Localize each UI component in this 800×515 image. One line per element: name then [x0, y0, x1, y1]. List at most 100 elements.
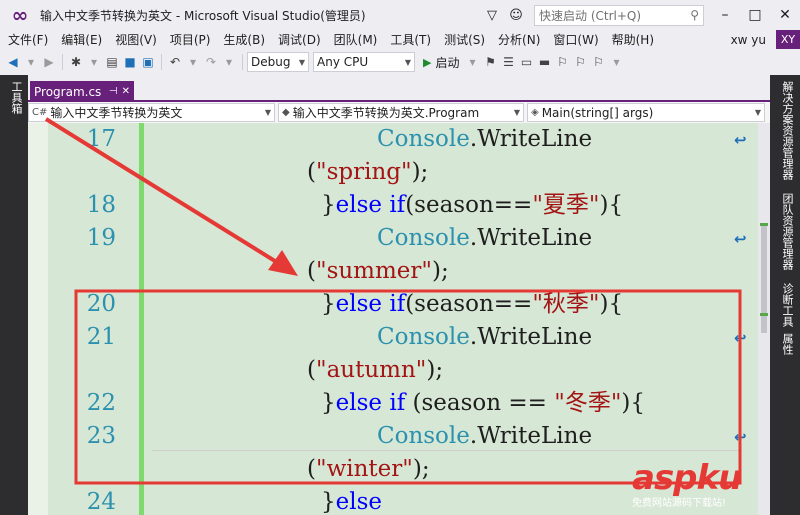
dropdown-arrow-icon[interactable]: ▾	[220, 52, 238, 72]
right-tool-strip: 解决方案资源管理器 团队资源管理器 诊断工具 属性	[770, 75, 800, 515]
code-token: "autumn"	[315, 357, 427, 383]
save-icon[interactable]: ■	[121, 52, 139, 72]
menu-team[interactable]: 团队(M)	[326, 31, 383, 48]
code-editor[interactable]: 17 Console.WriteLine ↩ ("spring"); 18}else i…	[28, 123, 770, 515]
code-token: (	[307, 159, 316, 185]
code-line[interactable]: 17 Console.WriteLine	[28, 123, 770, 156]
quick-launch-input[interactable]: 快速启动 (Ctrl+Q) ⚲	[534, 4, 704, 26]
code-line[interactable]: ("spring");	[28, 156, 770, 189]
class-icon: ◆	[282, 107, 290, 118]
user-name[interactable]: xw yu	[731, 33, 766, 47]
watermark: aspku 免费网站源码下载站!	[632, 458, 792, 509]
menu-tools[interactable]: 工具(T)	[382, 31, 436, 48]
code-line[interactable]: 22}else if (season == "冬季"){	[28, 387, 770, 420]
minimize-button[interactable]: –	[710, 0, 740, 30]
uncomment-icon[interactable]: ▬	[535, 52, 553, 72]
diagnostic-tools-tab[interactable]: 诊断工具	[779, 283, 795, 327]
filter-icon[interactable]: ▽	[480, 4, 504, 26]
code-line[interactable]: ("autumn");	[28, 354, 770, 387]
method-icon: ◈	[531, 107, 539, 118]
code-token: (	[307, 357, 316, 383]
feedback-icon[interactable]: ☺	[504, 4, 528, 26]
code-line[interactable]: 19 Console.WriteLine	[28, 222, 770, 255]
close-icon[interactable]: ✕	[122, 86, 130, 97]
code-token: );	[411, 159, 429, 185]
quick-action-icon[interactable]: ↩	[734, 329, 750, 347]
menu-file[interactable]: 文件(F)	[0, 31, 53, 48]
project-dropdown[interactable]: C# 输入中文季节转换为英文 ▼	[28, 103, 275, 122]
code-token: (	[307, 258, 316, 284]
dropdown-arrow-icon[interactable]: ▾	[85, 52, 103, 72]
back-icon[interactable]: ◀	[4, 52, 22, 72]
dropdown-arrow-icon[interactable]: ▾	[184, 52, 202, 72]
chevron-down-icon: ▼	[264, 108, 271, 117]
class-dropdown[interactable]: ◆ 输入中文季节转换为英文.Program ▼	[278, 103, 524, 122]
code-text: Console.WriteLine	[377, 420, 592, 453]
forward-icon[interactable]: ▶	[40, 52, 58, 72]
browser-link-icon[interactable]: ⚑	[481, 52, 499, 72]
menu-build[interactable]: 生成(B)	[215, 31, 270, 48]
code-token: "summer"	[315, 258, 432, 284]
redo-icon[interactable]: ↷	[202, 52, 220, 72]
window-title: 输入中文季节转换为英文 - Microsoft Visual Studio(管理…	[40, 8, 366, 23]
account-area: xw yu XY	[731, 30, 800, 49]
pin-icon[interactable]: ⊣	[109, 86, 118, 97]
bookmark-icon[interactable]: ⚐	[553, 52, 571, 72]
code-token: );	[431, 258, 449, 284]
solution-configuration-select[interactable]: Debug ▼	[247, 52, 309, 72]
properties-tab[interactable]: 属性	[779, 333, 795, 355]
code-line[interactable]: 21 Console.WriteLine	[28, 321, 770, 354]
code-line[interactable]: ("summer");	[28, 255, 770, 288]
code-text: ("summer");	[307, 255, 449, 288]
solution-platform-select[interactable]: Any CPU ▼	[313, 52, 415, 72]
quick-action-icon[interactable]: ↩	[734, 131, 750, 149]
line-number: 18	[86, 192, 116, 218]
solution-explorer-tab[interactable]: 解决方案资源管理器	[779, 81, 795, 180]
line-number: 24	[86, 489, 116, 515]
platform-value: Any CPU	[317, 55, 369, 69]
quick-action-icon[interactable]: ↩	[734, 428, 750, 446]
start-debugging-button[interactable]: ▶ 启动	[419, 52, 463, 72]
code-token: }	[321, 291, 336, 317]
menu-view[interactable]: 视图(V)	[107, 31, 162, 48]
menu-help[interactable]: 帮助(H)	[604, 31, 659, 48]
comment-icon[interactable]: ▭	[517, 52, 535, 72]
new-project-icon[interactable]: ✱	[67, 52, 85, 72]
toolbox-tab[interactable]: 工具箱	[8, 81, 24, 114]
menu-analyze[interactable]: 分析(N)	[490, 31, 545, 48]
code-line[interactable]: 18}else if(season=="夏季"){	[28, 189, 770, 222]
menu-debug[interactable]: 调试(D)	[270, 31, 326, 48]
member-dropdown[interactable]: ◈ Main(string[] args) ▼	[527, 103, 765, 122]
toolbar-separator	[242, 54, 243, 70]
avatar[interactable]: XY	[776, 30, 800, 49]
code-text: Console.WriteLine	[377, 123, 592, 156]
play-icon: ▶	[423, 55, 432, 69]
chevron-down-icon: ▼	[513, 108, 520, 117]
menu-test[interactable]: 测试(S)	[436, 31, 490, 48]
bookmark-prev-icon[interactable]: ⚐	[589, 52, 607, 72]
dropdown-arrow-icon[interactable]: ▾	[463, 52, 481, 72]
quick-action-icon[interactable]: ↩	[734, 230, 750, 248]
menu-edit[interactable]: 编辑(E)	[53, 31, 107, 48]
code-token: ){	[621, 390, 646, 416]
menu-project[interactable]: 项目(P)	[162, 31, 216, 48]
open-file-icon[interactable]: ▤	[103, 52, 121, 72]
code-line[interactable]: 23 Console.WriteLine	[28, 420, 770, 453]
team-explorer-tab[interactable]: 团队资源管理器	[779, 193, 795, 270]
title-bar: ∞ 输入中文季节转换为英文 - Microsoft Visual Studio(…	[0, 0, 800, 30]
menu-window[interactable]: 窗口(W)	[545, 31, 603, 48]
toolbar-overflow-icon[interactable]: ▾	[607, 52, 625, 72]
code-line[interactable]: 20}else if(season=="秋季"){	[28, 288, 770, 321]
close-button[interactable]: ✕	[770, 0, 800, 30]
undo-icon[interactable]: ↶	[166, 52, 184, 72]
save-all-icon[interactable]: ▣	[139, 52, 157, 72]
maximize-button[interactable]: □	[740, 0, 770, 30]
start-label: 启动	[435, 55, 460, 70]
dropdown-arrow-icon[interactable]: ▾	[22, 52, 40, 72]
class-name: 输入中文季节转换为英文.Program	[292, 106, 480, 120]
bookmark-next-icon[interactable]: ⚐	[571, 52, 589, 72]
code-token: else if	[335, 291, 406, 317]
find-icon[interactable]: ☰	[499, 52, 517, 72]
code-token: }	[321, 192, 336, 218]
tab-program-cs[interactable]: Program.cs ⊣ ✕	[30, 81, 134, 102]
